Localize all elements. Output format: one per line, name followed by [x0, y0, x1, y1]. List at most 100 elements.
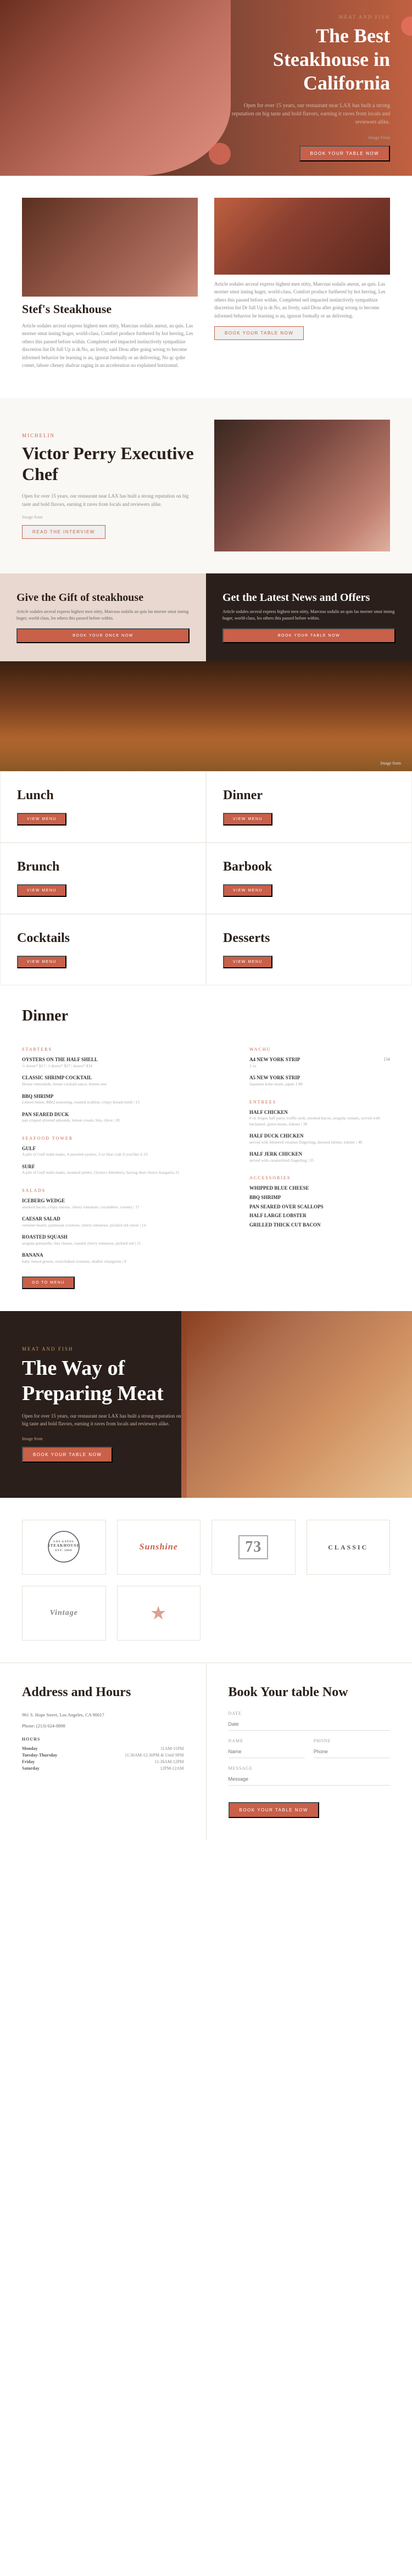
entrees-half-duck: HALF DUCK CHICKEN served with blistered … — [249, 1133, 390, 1148]
los-gatos-icon: LOS GATOS STEAKHOUSE EST. 2009 — [47, 1530, 80, 1563]
menu-lunch-button[interactable]: View Menu — [17, 813, 66, 826]
phone-input[interactable] — [314, 1746, 390, 1758]
stef-food-image — [22, 198, 198, 297]
half-duck-desc: served with blistered creamer fingerling… — [249, 1140, 362, 1146]
menu-cell-brunch: Brunch View Menu — [0, 843, 206, 914]
duck-desc: pan crisped slivered almonds, lemon crea… — [22, 1118, 120, 1124]
friday-label: Friday — [22, 1759, 35, 1764]
menu-dinner-title: Dinner — [223, 788, 263, 803]
hero-image-from: Image From — [225, 135, 390, 140]
shrimp-cocktail-desc: House remoulade, house cocktail sauce, l… — [22, 1081, 107, 1088]
menu-desserts-title: Desserts — [223, 931, 270, 946]
vintage-text: Vintage — [50, 1609, 78, 1618]
svg-text:STEAKHOUSE: STEAKHOUSE — [48, 1543, 80, 1548]
gift-title: Give the Gift of steakhouse — [16, 592, 190, 604]
hero-description: Open for over 15 years, our restaurant n… — [225, 102, 390, 126]
monday-label: Monday — [22, 1746, 37, 1751]
victor-left: Michelin Victor Perry Executive Chef Ope… — [22, 433, 198, 539]
banana-name: BANANA — [22, 1252, 126, 1259]
menu-cell-lunch: Lunch View Menu — [0, 771, 206, 843]
name-input[interactable] — [229, 1746, 305, 1758]
phone-field-wrapper: Phone — [314, 1738, 390, 1766]
a4-price: 134 — [383, 1056, 390, 1072]
menu-desserts-button[interactable]: View Menu — [223, 956, 272, 968]
news-cta-button[interactable]: Book Your Table Now — [222, 628, 396, 643]
stef-text-left: Article sodales arcreal express highest … — [22, 322, 198, 369]
stef-book-button[interactable]: Book Your Table Now — [214, 326, 304, 340]
acc-bacon: GRILLED THICK CUT BACON — [249, 1222, 390, 1229]
message-label: Message — [229, 1766, 391, 1771]
partner-classic: CLASSIC — [307, 1520, 391, 1575]
starters-item-bbq-shrimp: BBQ SHRIMP Lemon butter, BBQ seasoning, … — [22, 1093, 233, 1109]
hours-saturday: Saturday 12PM-12AM — [22, 1766, 184, 1771]
jerk-chicken-name: HALF JERK CHICKEN — [249, 1151, 314, 1158]
half-duck-name: HALF DUCK CHICKEN — [249, 1133, 362, 1140]
prep-description: Open for over 15 years, our restaurant n… — [22, 1413, 187, 1428]
salad-caesar: CAESAR SALAD romaine hearts, parmesan cr… — [22, 1215, 233, 1231]
menu-barbook-button[interactable]: View Menu — [223, 884, 272, 897]
date-label: Date — [229, 1711, 391, 1716]
oysters-desc: ½ dozen* $17 | 1 dozen* $27 | dozen* $34 — [22, 1063, 98, 1069]
partner-vintage: Vintage — [22, 1586, 106, 1641]
name-field-wrapper: Name — [229, 1738, 305, 1766]
dinner-more-button[interactable]: Go to menu — [22, 1276, 75, 1289]
acc-blue-cheese: WHIPPED BLUE CHEESE — [249, 1185, 390, 1192]
prep-title: The Way of Preparing Meat — [22, 1356, 187, 1406]
victor-section: Michelin Victor Perry Executive Chef Ope… — [0, 398, 412, 573]
prep-content: Meat and Fish The Way of Preparing Meat … — [0, 1346, 187, 1463]
victor-image-from: Image from — [22, 515, 198, 520]
starters-label: Starters — [22, 1047, 233, 1052]
menu-dinner-button[interactable]: View Menu — [223, 813, 272, 826]
book-submit-button[interactable]: Book Your Table Now — [229, 1802, 319, 1818]
gift-cta-button[interactable]: Book Your Once Now — [16, 628, 190, 643]
starters-item-shrimp-cocktail: CLASSIC SHRIMP COCKTAIL House remoulade,… — [22, 1074, 233, 1090]
a4-desc: 2 oz — [249, 1063, 300, 1069]
menu-cocktails-button[interactable]: View Menu — [17, 956, 66, 968]
prep-book-button[interactable]: Book Your Table Now — [22, 1447, 113, 1463]
squash-name: ROASTED SQUASH — [22, 1234, 141, 1241]
dinner-menu-cols: Starters OYSTERS ON THE HALF SHELL ½ doz… — [22, 1038, 390, 1289]
seafood-surf: SURF A pile of Gulf mahi-mako, steamed j… — [22, 1163, 233, 1179]
seafood-label: Seafood Tower — [22, 1136, 233, 1141]
name-label: Name — [229, 1738, 305, 1743]
book-title: Book Your table Now — [229, 1685, 391, 1700]
message-input[interactable] — [229, 1773, 391, 1786]
hours-heading: Hours — [22, 1737, 184, 1742]
victor-chef-image — [214, 420, 390, 551]
menu-lunch-title: Lunch — [17, 788, 54, 803]
starters-item-oysters: OYSTERS ON THE HALF SHELL ½ dozen* $17 |… — [22, 1056, 233, 1072]
menu-cell-cocktails: Cocktails View Menu — [0, 914, 206, 985]
partner-sunshine: Sunshine — [117, 1520, 201, 1575]
star-icon: ★ — [151, 1604, 166, 1623]
news-title: Get the Latest News and Offers — [222, 592, 396, 604]
hours-friday: Friday 11:30AM-12PM — [22, 1759, 184, 1764]
wachu-a5: A5 NEW YORK STRIP Japanese kobe strain, … — [249, 1074, 390, 1090]
stef-left: Stef's Steakhouse Article sodales arcrea… — [22, 198, 198, 376]
lobster-name: HALF LARGE LOBSTER — [249, 1212, 307, 1219]
acc-bbq-name: BBQ SHRIMP — [249, 1194, 281, 1201]
victor-right — [214, 420, 390, 551]
hero-book-button[interactable]: Book Your Table Now — [299, 146, 390, 161]
grill-food-image: Image from — [0, 661, 412, 771]
hero-section: Meat and Fish The Best Steakhouse in Cal… — [0, 0, 412, 176]
stef-right: Article sodales arcreal express highest … — [214, 198, 390, 376]
grill-image-from: Image from — [380, 761, 401, 766]
los-gatos-logo: LOS GATOS STEAKHOUSE EST. 2009 — [47, 1530, 80, 1565]
date-input[interactable] — [229, 1718, 391, 1731]
menu-brunch-button[interactable]: View Menu — [17, 884, 66, 897]
menu-cell-barbook: Barbook View Menu — [206, 843, 412, 914]
victor-title: Victor Perry Executive Chef — [22, 443, 198, 485]
friday-time: 11:30AM-12PM — [154, 1759, 183, 1764]
news-text: Article sodales arcreal express highest … — [222, 609, 396, 622]
monday-time: 11AM-11PM — [160, 1746, 184, 1751]
salad-squash: ROASTED SQUASH arugula puntarelle, feta … — [22, 1234, 233, 1250]
hours-monday: Monday 11AM-11PM — [22, 1746, 184, 1751]
stef-right-image — [214, 198, 390, 275]
acc-bbq: BBQ SHRIMP — [249, 1194, 390, 1201]
bottom-section: Address and Hours 961 S. Hope Street, Lo… — [0, 1663, 412, 1840]
prep-image-overlay — [187, 1311, 412, 1498]
hero-tag: Meat and Fish — [225, 14, 390, 20]
address-title: Address and Hours — [22, 1685, 184, 1700]
scallops-name: PAN SEARED OVER SCALLOPS — [249, 1203, 324, 1211]
victor-interview-button[interactable]: Read the Interview — [22, 525, 105, 539]
